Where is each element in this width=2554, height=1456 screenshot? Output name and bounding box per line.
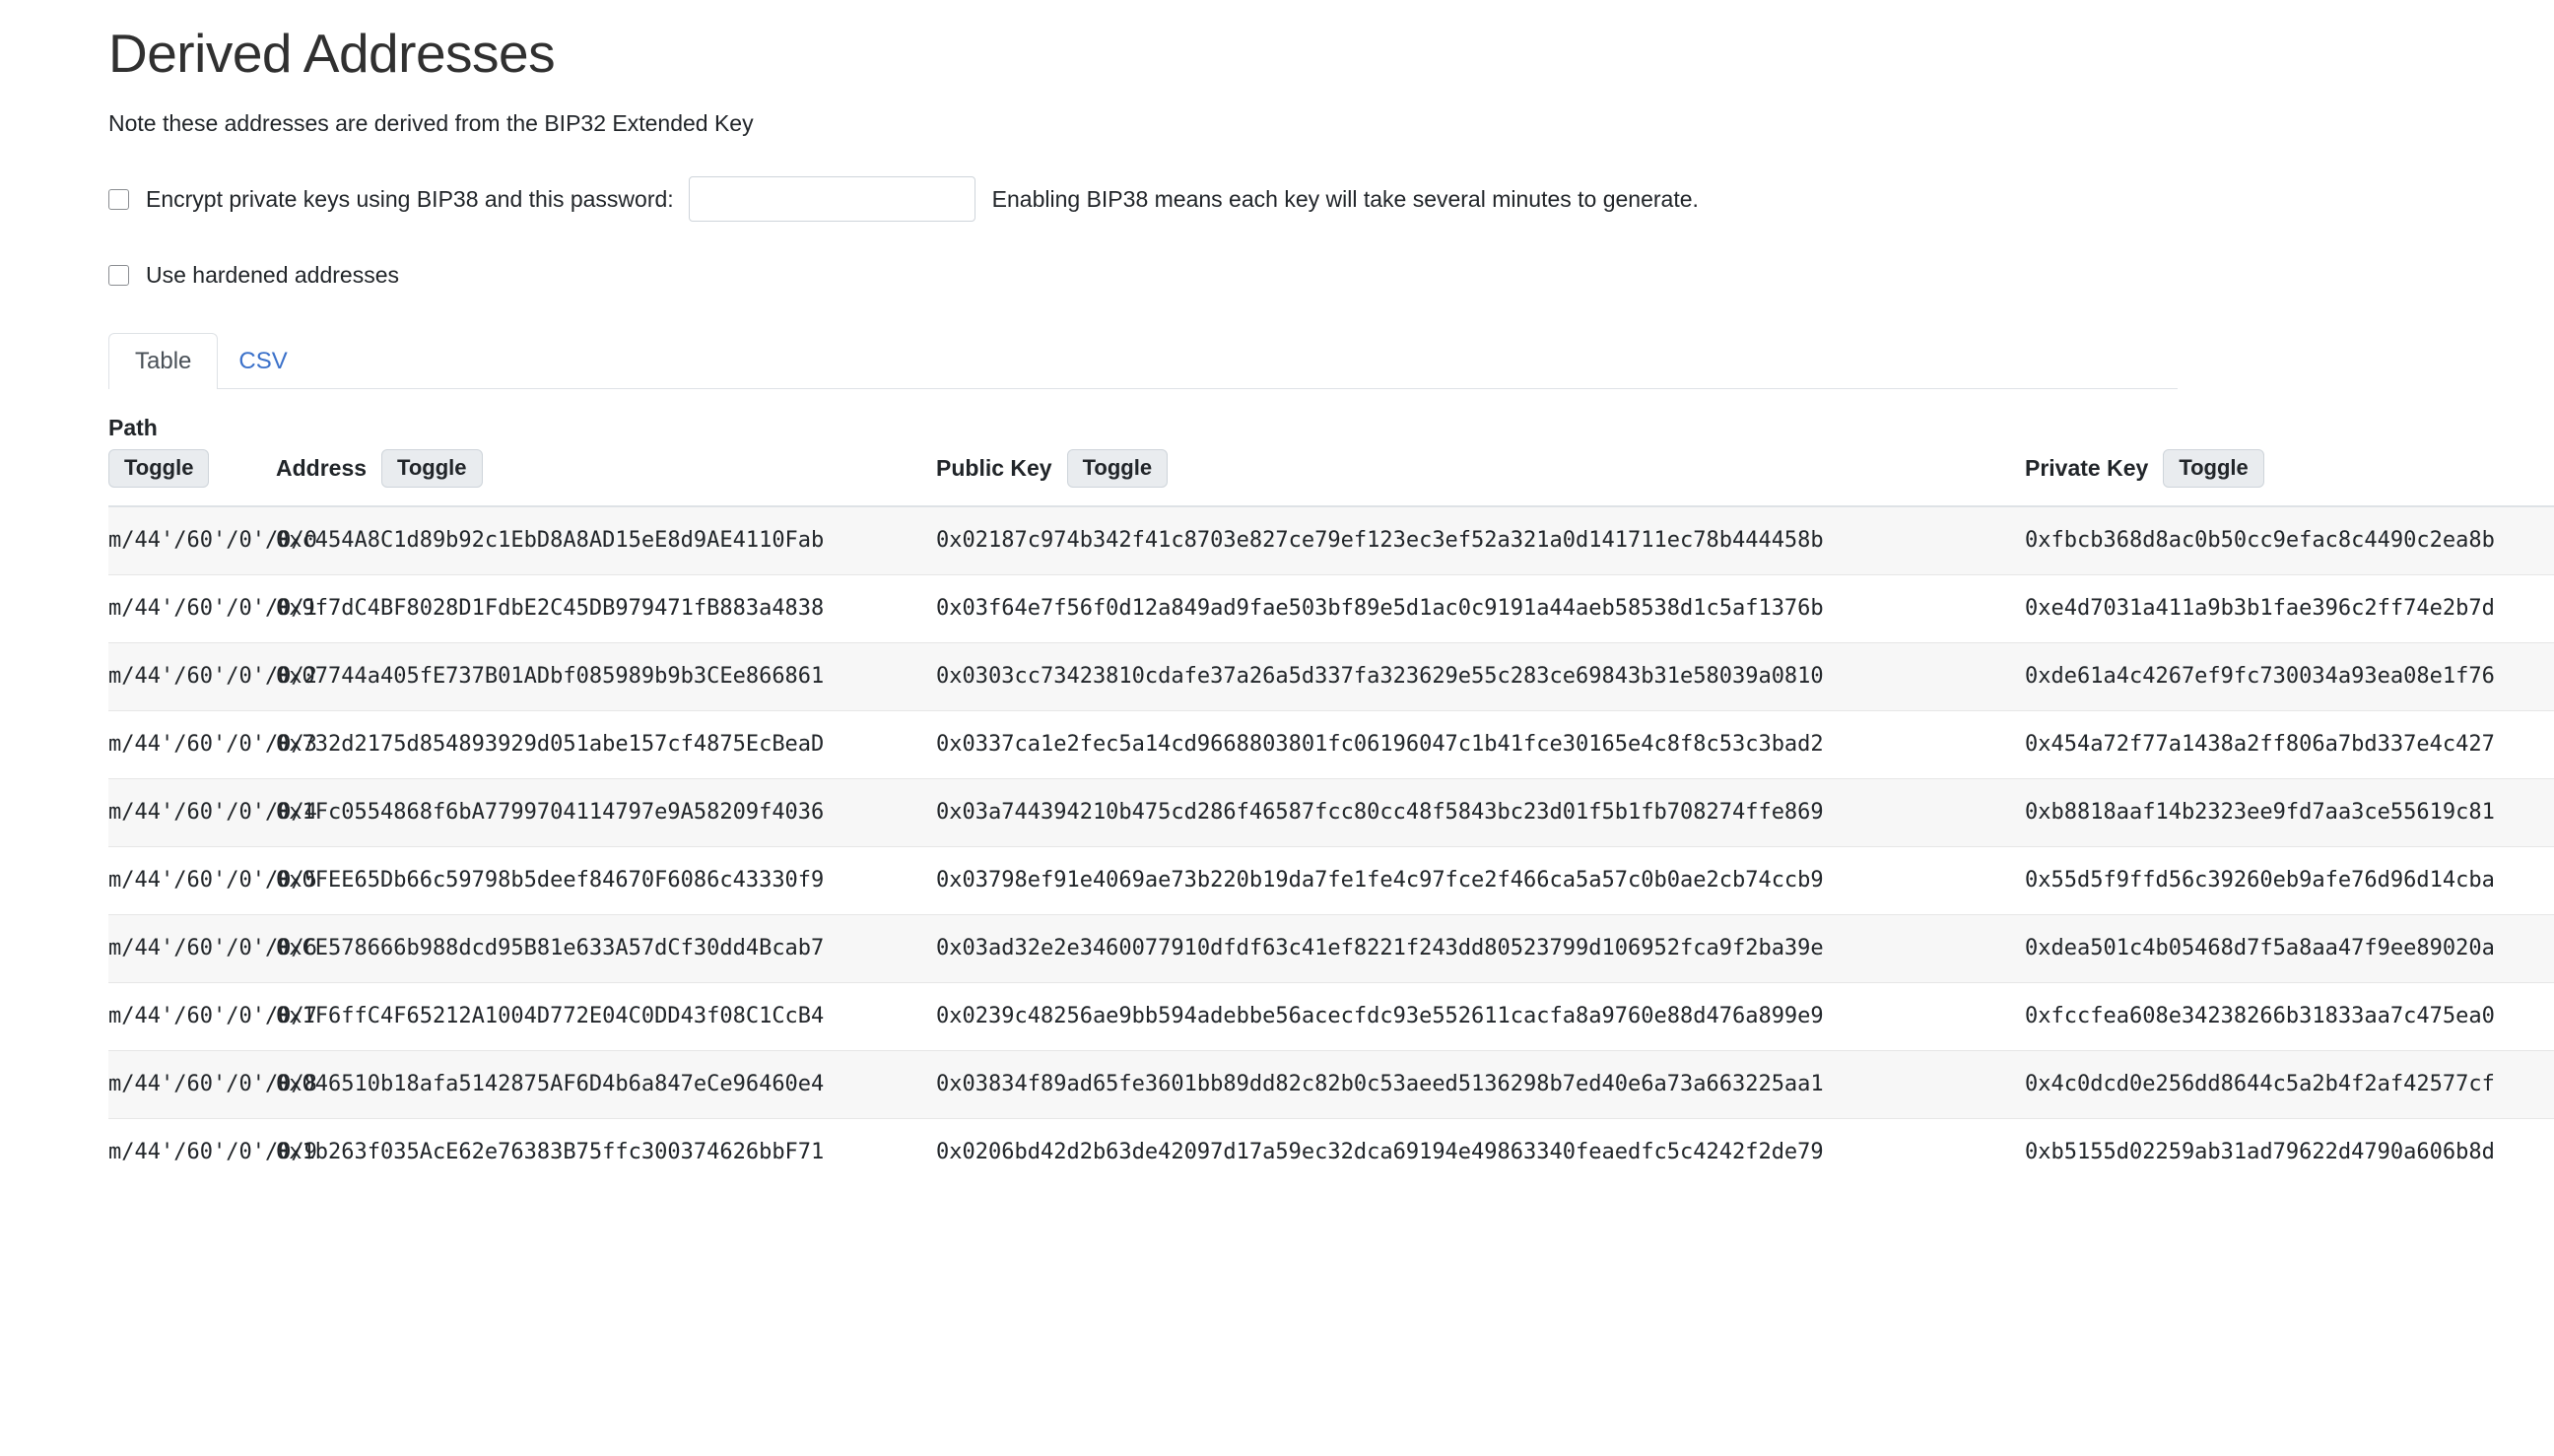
derived-addresses-table: Path Toggle Address Toggle Public Key To…: [108, 414, 2554, 1187]
cell-path: m/44'/60'/0'/0/9: [108, 1118, 317, 1187]
cell-private-key: 0xdea501c4b05468d7f5a8aa47f9ee89020a: [2025, 914, 2554, 983]
cell-address: 0x1Fc0554868f6bA7799704114797e9A58209f40…: [276, 777, 936, 847]
column-header-private-key: Private Key Toggle: [2025, 414, 2554, 507]
table-row: m/44'/60'/0'/0/9 0x1b263f035AcE62e76383B7…: [108, 1118, 2554, 1187]
cell-address: 0x1F6ffC4F65212A1004D772E04C0DD43f08C1Cc…: [276, 982, 936, 1051]
hardened-label: Use hardened addresses: [146, 262, 399, 288]
cell-address: 0x9f7dC4BF8028D1FdbE2C45DB979471fB883a48…: [276, 573, 936, 643]
hardened-checkbox[interactable]: [108, 265, 129, 286]
bip38-checkbox[interactable]: [108, 188, 129, 210]
cell-path: m/44'/60'/0'/0/2: [108, 641, 317, 711]
cell-address: 0x07744a405fE737B01ADbf085989b9b3CEe8668…: [276, 641, 936, 711]
cell-public-key: 0x0337ca1e2fec5a14cd9668803801fc06196047…: [936, 709, 2025, 779]
table-header-row: Path Toggle Address Toggle Public Key To…: [108, 414, 2554, 507]
cell-private-key: 0xfbcb368d8ac0b50cc9efac8c4490c2ea8b: [2025, 505, 2554, 575]
cell-public-key: 0x02187c974b342f41c8703e827ce79ef123ec3e…: [936, 505, 2025, 575]
cell-private-key: 0xfccfea608e34238266b31833aa7c475ea0: [2025, 982, 2554, 1051]
cell-public-key: 0x03f64e7f56f0d12a849ad9fae503bf89e5d1ac…: [936, 573, 2025, 643]
cell-public-key: 0x03834f89ad65fe3601bb89dd82c82b0c53aeed…: [936, 1050, 2025, 1119]
cell-path: m/44'/60'/0'/0/8: [108, 1050, 317, 1119]
column-header-path: Path Toggle: [108, 414, 276, 507]
table-row: m/44'/60'/0'/0/3 0x732d2175d854893929d051…: [108, 709, 2554, 779]
toggle-private-key-button[interactable]: Toggle: [2163, 448, 2264, 488]
tab-csv[interactable]: CSV: [218, 333, 307, 389]
view-tabs: Table CSV: [108, 333, 2178, 389]
cell-private-key: 0x55d5f9ffd56c39260eb9afe76d96d14cba: [2025, 845, 2554, 915]
table-row: m/44'/60'/0'/0/5 0x0FEE65Db66c59798b5deef…: [108, 845, 2554, 915]
table-row: m/44'/60'/0'/0/7 0x1F6ffC4F65212A1004D772…: [108, 982, 2554, 1051]
cell-private-key: 0x4c0dcd0e256dd8644c5a2b4f2af42577cf: [2025, 1050, 2554, 1119]
cell-public-key: 0x0206bd42d2b63de42097d17a59ec32dca69194…: [936, 1118, 2025, 1187]
cell-path: m/44'/60'/0'/0/0: [108, 505, 317, 575]
toggle-address-button[interactable]: Toggle: [381, 448, 483, 488]
cell-private-key: 0xb5155d02259ab31ad79622d4790a606b8d: [2025, 1118, 2554, 1187]
derived-addresses-page: Derived Addresses Note these addresses a…: [0, 0, 2554, 1456]
toggle-path-button[interactable]: Toggle: [108, 448, 210, 488]
page-title: Derived Addresses: [108, 23, 556, 84]
bip38-option-row: Encrypt private keys using BIP38 and thi…: [108, 176, 2554, 222]
cell-private-key: 0xde61a4c4267ef9fc730034a93ea08e1f76: [2025, 641, 2554, 711]
cell-path: m/44'/60'/0'/0/1: [108, 573, 317, 643]
column-label-public-key: Public Key: [936, 454, 1052, 481]
cell-private-key: 0xe4d7031a411a9b3b1fae396c2ff74e2b7d: [2025, 573, 2554, 643]
toggle-public-key-button[interactable]: Toggle: [1066, 448, 1169, 488]
column-label-path: Path: [108, 414, 158, 440]
column-label-address: Address: [276, 454, 368, 481]
cell-address: 0xc454A8C1d89b92c1EbD8A8AD15eE8d9AE4110F…: [276, 505, 936, 575]
cell-path: m/44'/60'/0'/0/6: [108, 914, 317, 983]
table-row: m/44'/60'/0'/0/4 0x1Fc0554868f6bA77997041…: [108, 777, 2554, 847]
cell-path: m/44'/60'/0'/0/3: [108, 709, 317, 779]
column-header-address: Address Toggle: [276, 414, 936, 507]
cell-private-key: 0xb8818aaf14b2323ee9fd7aa3ce55619c81: [2025, 777, 2554, 847]
table-body: m/44'/60'/0'/0/0 0xc454A8C1d89b92c1EbD8A8…: [108, 505, 2554, 1187]
cell-path: m/44'/60'/0'/0/4: [108, 777, 317, 847]
column-header-public-key: Public Key Toggle: [936, 414, 2025, 507]
cell-address: 0x0FEE65Db66c59798b5deef84670F6086c43330…: [276, 845, 936, 915]
tab-table[interactable]: Table: [108, 333, 219, 389]
bip38-label: Encrypt private keys using BIP38 and thi…: [146, 185, 674, 212]
table-row: m/44'/60'/0'/0/6 0xCE578666b988dcd95B81e6…: [108, 914, 2554, 983]
cell-public-key: 0x03798ef91e4069ae73b220b19da7fe1fe4c97f…: [936, 845, 2025, 915]
cell-address: 0x046510b18afa5142875AF6D4b6a847eCe96460…: [276, 1050, 936, 1119]
cell-public-key: 0x03ad32e2e3460077910dfdf63c41ef8221f243…: [936, 914, 2025, 983]
table-row: m/44'/60'/0'/0/0 0xc454A8C1d89b92c1EbD8A8…: [108, 505, 2554, 575]
table-row: m/44'/60'/0'/0/1 0x9f7dC4BF8028D1FdbE2C45…: [108, 573, 2554, 643]
cell-path: m/44'/60'/0'/0/7: [108, 982, 317, 1051]
cell-private-key: 0x454a72f77a1438a2ff806a7bd337e4c427: [2025, 709, 2554, 779]
cell-public-key: 0x0303cc73423810cdafe37a26a5d337fa323629…: [936, 641, 2025, 711]
cell-address: 0xCE578666b988dcd95B81e633A57dCf30dd4Bca…: [276, 914, 936, 983]
page-note: Note these addresses are derived from th…: [108, 109, 754, 136]
cell-path: m/44'/60'/0'/0/5: [108, 845, 317, 915]
table-row: m/44'/60'/0'/0/2 0x07744a405fE737B01ADbf0…: [108, 641, 2554, 711]
cell-address: 0x1b263f035AcE62e76383B75ffc300374626bbF…: [276, 1118, 936, 1187]
column-label-private-key: Private Key: [2025, 454, 2149, 481]
bip38-hint: Enabling BIP38 means each key will take …: [991, 185, 1699, 212]
bip38-password-input[interactable]: [688, 176, 975, 222]
cell-public-key: 0x0239c48256ae9bb594adebbe56acecfdc93e55…: [936, 982, 2025, 1051]
hardened-option-row: Use hardened addresses: [108, 262, 2554, 289]
cell-public-key: 0x03a744394210b475cd286f46587fcc80cc48f5…: [936, 777, 2025, 847]
cell-address: 0x732d2175d854893929d051abe157cf4875EcBe…: [276, 709, 936, 779]
table-row: m/44'/60'/0'/0/8 0x046510b18afa5142875AF6…: [108, 1050, 2554, 1119]
